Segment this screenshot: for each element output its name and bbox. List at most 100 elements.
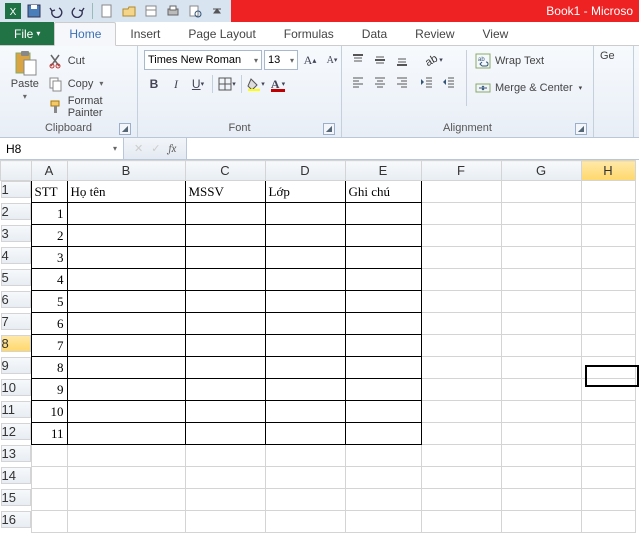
cell[interactable]: [185, 291, 265, 313]
cell[interactable]: [581, 379, 635, 401]
cell[interactable]: [581, 511, 635, 533]
cell[interactable]: [581, 291, 635, 313]
cell[interactable]: 4: [31, 269, 67, 291]
tab-formulas[interactable]: Formulas: [270, 22, 348, 45]
cell[interactable]: [421, 247, 501, 269]
cell[interactable]: [265, 291, 345, 313]
cell[interactable]: [421, 357, 501, 379]
cell[interactable]: [67, 511, 185, 533]
cell[interactable]: [421, 445, 501, 467]
cell[interactable]: [581, 203, 635, 225]
decrease-font-icon[interactable]: A▾: [322, 50, 342, 70]
italic-button[interactable]: I: [166, 74, 186, 94]
format-painter-button[interactable]: Format Painter: [48, 96, 131, 117]
cell[interactable]: [185, 511, 265, 533]
cell[interactable]: Ghi chú: [345, 181, 421, 203]
name-box[interactable]: H8▾: [0, 138, 124, 159]
cell[interactable]: [67, 335, 185, 357]
redo-icon[interactable]: [68, 1, 88, 21]
tab-home[interactable]: Home: [54, 22, 116, 46]
cell[interactable]: [185, 489, 265, 511]
cell[interactable]: [67, 379, 185, 401]
cell[interactable]: [345, 445, 421, 467]
cell[interactable]: [345, 335, 421, 357]
cancel-formula-icon[interactable]: ✕: [134, 142, 143, 155]
row-header[interactable]: 16: [1, 511, 31, 528]
column-header[interactable]: C: [185, 161, 265, 181]
row-header[interactable]: 15: [1, 489, 31, 506]
fx-icon[interactable]: fx: [168, 142, 176, 155]
cell[interactable]: Họ tên: [67, 181, 185, 203]
cell[interactable]: [345, 489, 421, 511]
clipboard-launcher-icon[interactable]: ◢: [119, 123, 131, 135]
decrease-indent-icon[interactable]: [416, 72, 436, 92]
cell[interactable]: [581, 401, 635, 423]
tab-view[interactable]: View: [469, 22, 523, 45]
cut-button[interactable]: Cut: [48, 50, 131, 71]
cell[interactable]: Lớp: [265, 181, 345, 203]
cell[interactable]: [501, 467, 581, 489]
cell[interactable]: [265, 423, 345, 445]
save-icon[interactable]: [24, 1, 44, 21]
cell[interactable]: [421, 291, 501, 313]
tab-review[interactable]: Review: [401, 22, 468, 45]
cell[interactable]: [31, 489, 67, 511]
cell[interactable]: [581, 313, 635, 335]
row-header[interactable]: 4: [1, 247, 31, 264]
cell[interactable]: [345, 401, 421, 423]
cell[interactable]: [501, 291, 581, 313]
cell[interactable]: [421, 335, 501, 357]
cell[interactable]: 3: [31, 247, 67, 269]
cell[interactable]: [31, 467, 67, 489]
cell[interactable]: [67, 269, 185, 291]
increase-font-icon[interactable]: A▴: [300, 50, 320, 70]
column-header[interactable]: D: [265, 161, 345, 181]
cell[interactable]: [581, 423, 635, 445]
cell[interactable]: [185, 203, 265, 225]
cell[interactable]: [581, 445, 635, 467]
formula-input[interactable]: [186, 138, 639, 159]
cell[interactable]: [501, 379, 581, 401]
cell[interactable]: [185, 467, 265, 489]
row-header[interactable]: 12: [1, 423, 31, 440]
cell[interactable]: [501, 357, 581, 379]
cell[interactable]: [581, 335, 635, 357]
align-center-icon[interactable]: [370, 72, 390, 92]
row-header[interactable]: 11: [1, 401, 31, 418]
cell[interactable]: [185, 357, 265, 379]
cell[interactable]: [501, 401, 581, 423]
new-icon[interactable]: [97, 1, 117, 21]
cell[interactable]: [501, 335, 581, 357]
align-bottom-icon[interactable]: [392, 50, 412, 70]
undo-icon[interactable]: [46, 1, 66, 21]
cell[interactable]: [265, 445, 345, 467]
cell[interactable]: [31, 445, 67, 467]
row-header[interactable]: 10: [1, 379, 31, 396]
row-header[interactable]: 5: [1, 269, 31, 286]
cell[interactable]: [501, 489, 581, 511]
font-size-selector[interactable]: 13▾: [264, 50, 298, 70]
cell[interactable]: [67, 445, 185, 467]
orientation-button[interactable]: ab▾: [416, 50, 450, 70]
cell[interactable]: [265, 511, 345, 533]
cell[interactable]: [185, 379, 265, 401]
cell[interactable]: [421, 225, 501, 247]
cell[interactable]: [185, 423, 265, 445]
tab-insert[interactable]: Insert: [116, 22, 174, 45]
cell[interactable]: [501, 225, 581, 247]
wrap-text-button[interactable]: abWrap Text: [475, 50, 582, 71]
column-header[interactable]: B: [67, 161, 185, 181]
tab-file[interactable]: File▾: [0, 22, 54, 45]
merge-center-button[interactable]: Merge & Center▾: [475, 77, 582, 98]
cell[interactable]: 10: [31, 401, 67, 423]
cell[interactable]: [421, 313, 501, 335]
cell[interactable]: [421, 181, 501, 203]
cell[interactable]: [501, 445, 581, 467]
cell[interactable]: [421, 489, 501, 511]
cell[interactable]: [345, 313, 421, 335]
cell[interactable]: [185, 401, 265, 423]
cell[interactable]: [345, 203, 421, 225]
cell[interactable]: [185, 247, 265, 269]
row-header[interactable]: 3: [1, 225, 31, 242]
cell[interactable]: [345, 379, 421, 401]
